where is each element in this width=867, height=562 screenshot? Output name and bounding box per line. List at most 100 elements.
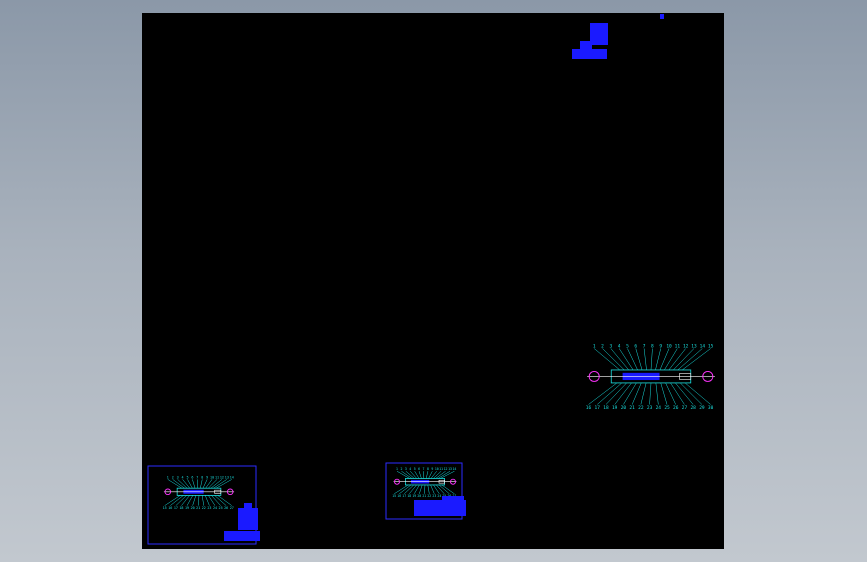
leader-line [655, 348, 661, 371]
part-number-label: 3 [177, 475, 179, 479]
part-number-label: 10 [210, 475, 214, 479]
part-number-label: 12 [683, 344, 689, 350]
part-number-label: 17 [402, 494, 406, 498]
leader-line [201, 495, 205, 506]
leader-line [192, 495, 197, 506]
part-number-label: 4 [182, 475, 184, 479]
part-number-label: 16 [586, 405, 592, 411]
leader-line [659, 348, 670, 371]
leader-line [643, 348, 647, 370]
part-number-label: 28 [690, 405, 696, 411]
leader-line [430, 484, 435, 494]
part-number-label: 26 [673, 405, 679, 411]
part-number-label: 15 [708, 344, 714, 350]
leader-line [205, 495, 210, 506]
part-number-label: 25 [664, 405, 670, 411]
leader-line [682, 348, 711, 371]
part-number-label: 18 [179, 506, 183, 510]
leader-line [186, 495, 193, 506]
leader-line [181, 495, 190, 506]
cad-drawing: 1 2 3 4 5 6 7 8 9 10 11 12 13 14 1516 17 18 19 20 21 22 23 24 2… [147, 14, 715, 545]
part-number-label: 6 [191, 475, 193, 479]
leader-line [414, 471, 420, 479]
part-number-label: 19 [185, 506, 189, 510]
part-number-label: 24 [213, 506, 217, 510]
part-number-label: 24 [437, 494, 441, 498]
leader-line [684, 382, 711, 405]
part-number-label: 1 [396, 467, 398, 471]
leader-line [440, 470, 455, 479]
part-number-label: 2 [172, 475, 174, 479]
part-number-label: 18 [603, 405, 609, 411]
leader-line [664, 348, 678, 371]
leader-line [414, 484, 420, 494]
leader-line [424, 484, 426, 494]
leader-line [650, 348, 653, 370]
part-number-label: 15 [392, 494, 396, 498]
assembly-drawing-small-left: 1 2 3 4 5 6 7 8 9 10 11 12 13 1415 16 17 18 19 20 21 22 23 24 2… [163, 475, 235, 510]
part-number-label: 13 [448, 467, 452, 471]
leader-line [197, 495, 200, 506]
part-number-label: 21 [629, 405, 635, 411]
leader-line [640, 382, 647, 405]
part-number-label: 21 [196, 506, 200, 510]
leader-line [623, 382, 637, 405]
part-number-label: 27 [682, 405, 688, 411]
leader-line [418, 471, 422, 479]
leader-line [200, 479, 203, 489]
title-block-fragment-top [572, 14, 664, 59]
part-number-label: 5 [186, 475, 188, 479]
part-number-label: 8 [201, 475, 203, 479]
drawing-canvas[interactable]: 1 2 3 4 5 6 7 8 9 10 11 12 13 14 15 16 17 18 19 20 21 22 23 24 2… [142, 13, 724, 549]
leader-line [680, 382, 703, 405]
part-number-label: 17 [595, 405, 601, 411]
leader-line [427, 484, 430, 494]
part-number-label: 7 [196, 475, 198, 479]
leader-line [665, 382, 676, 405]
part-number-label: 20 [191, 506, 195, 510]
leader-line [675, 382, 694, 405]
blue-block [590, 23, 608, 45]
part-number-label: 20 [621, 405, 627, 411]
leader-line [425, 471, 429, 479]
leader-line [677, 348, 703, 371]
leader-line [614, 382, 632, 405]
part-number-label: 24 [656, 405, 662, 411]
part-number-label: 14 [700, 344, 706, 350]
part-number-label: 2 [400, 467, 402, 471]
leader-line [187, 479, 193, 489]
part-number-label: 29 [699, 405, 705, 411]
part-number-label: 22 [202, 506, 206, 510]
leader-line [594, 348, 620, 371]
leader-line [433, 484, 440, 494]
leader-line [673, 348, 695, 371]
part-number-label: 11 [439, 467, 443, 471]
part-number-label: 27 [230, 506, 234, 510]
part-number-label: 17 [174, 506, 178, 510]
part-number-label: 25 [219, 506, 223, 510]
part-number-label: 23 [432, 494, 436, 498]
part-number-label: 15 [163, 506, 167, 510]
leader-line [631, 382, 642, 405]
leader-line [627, 348, 638, 371]
title-block-fragment-center [414, 496, 466, 516]
blue-dot [660, 14, 664, 19]
part-number-label: 21 [422, 494, 426, 498]
part-number-label: 1 [167, 475, 169, 479]
part-number-label: 9 [206, 475, 208, 479]
part-number-label: 23 [647, 405, 653, 411]
part-number-label: 14 [452, 467, 456, 471]
part-number-label: 30 [708, 405, 714, 411]
leader-line [649, 382, 652, 405]
leader-line [635, 348, 643, 371]
leader-line [419, 484, 423, 494]
part-number-label: 5 [414, 467, 416, 471]
part-number-label: 22 [427, 494, 431, 498]
part-number-label: 14 [230, 475, 234, 479]
part-number-label: 10 [435, 467, 439, 471]
leader-line [216, 479, 232, 489]
part-number-label: 9 [431, 467, 433, 471]
leader-line [670, 382, 685, 405]
part-number-label: 16 [168, 506, 172, 510]
part-number-label: 22 [638, 405, 644, 411]
